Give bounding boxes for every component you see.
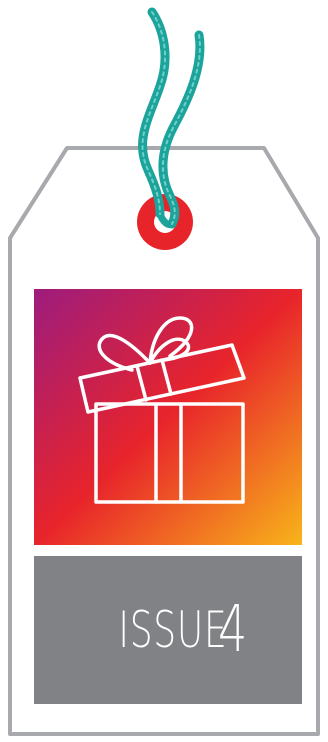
gift-panel bbox=[34, 289, 302, 545]
issue-word: ISSUE bbox=[118, 601, 228, 659]
issue-label: ISSUE 4 bbox=[34, 556, 302, 704]
issue-number: 4 bbox=[217, 593, 248, 667]
